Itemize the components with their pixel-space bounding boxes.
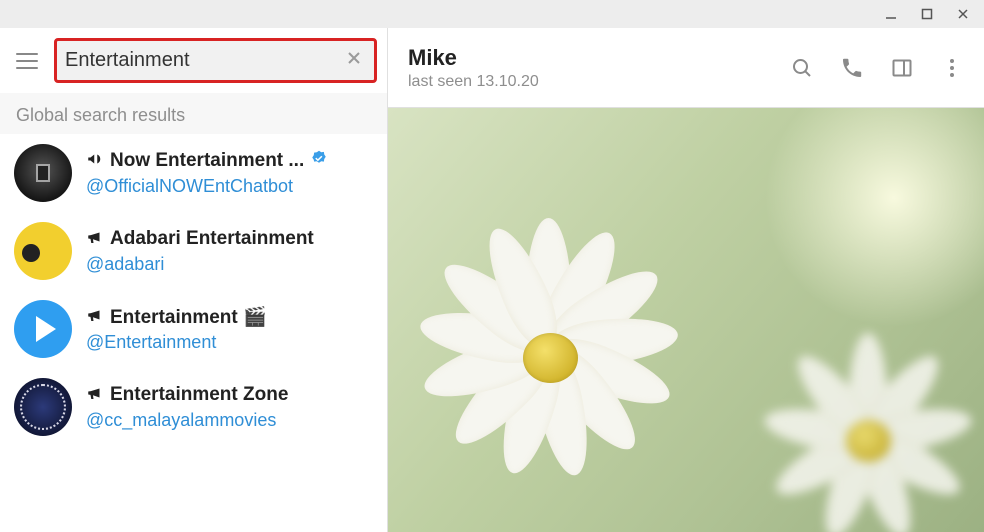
- verified-icon: [310, 150, 328, 173]
- result-title: Now Entertainment ...: [110, 150, 304, 172]
- chat-pane: Mike last seen 13.10.20: [388, 28, 984, 532]
- result-body: Entertainment Zone @cc_malayalammovies: [86, 384, 373, 431]
- megaphone-icon: [86, 306, 104, 329]
- avatar: [14, 378, 72, 436]
- avatar: [14, 222, 72, 280]
- side-panel-button[interactable]: [890, 56, 914, 80]
- search-section-label: Global search results: [0, 93, 387, 134]
- megaphone-icon: [86, 384, 104, 407]
- app-body: Global search results Now Entertainment …: [0, 28, 984, 532]
- search-input[interactable]: [63, 45, 340, 76]
- avatar: [14, 144, 72, 202]
- result-title: Entertainment Zone: [110, 384, 288, 406]
- chat-header: Mike last seen 13.10.20: [388, 28, 984, 108]
- chat-subtitle: last seen 13.10.20: [408, 73, 778, 91]
- result-title: Entertainment 🎬: [110, 305, 267, 329]
- sidebar: Global search results Now Entertainment …: [0, 28, 388, 532]
- background-flower: [764, 338, 974, 532]
- search-field-highlight: [54, 38, 377, 83]
- window-close-button[interactable]: [948, 3, 978, 25]
- chat-search-button[interactable]: [790, 56, 814, 80]
- chat-title: Mike: [408, 45, 778, 71]
- chat-actions: [790, 56, 964, 80]
- channel-icon: [86, 150, 104, 173]
- search-result-item[interactable]: Now Entertainment ... @OfficialNOWEntCha…: [0, 134, 387, 212]
- search-result-item[interactable]: Entertainment Zone @cc_malayalammovies: [0, 368, 387, 446]
- chat-title-block[interactable]: Mike last seen 13.10.20: [408, 45, 778, 91]
- avatar: [14, 300, 72, 358]
- search-result-item[interactable]: Entertainment 🎬 @Entertainment: [0, 290, 387, 368]
- megaphone-icon: [86, 228, 104, 251]
- search-results-list: Now Entertainment ... @OfficialNOWEntCha…: [0, 134, 387, 532]
- result-body: Entertainment 🎬 @Entertainment: [86, 305, 373, 353]
- result-handle: @OfficialNOWEntChatbot: [86, 176, 373, 197]
- app-window: Global search results Now Entertainment …: [0, 0, 984, 532]
- call-button[interactable]: [840, 56, 864, 80]
- more-menu-button[interactable]: [940, 56, 964, 80]
- sidebar-top: [0, 28, 387, 93]
- menu-button[interactable]: [10, 44, 44, 78]
- background-flower: [418, 228, 678, 488]
- result-handle: @cc_malayalammovies: [86, 410, 373, 431]
- result-handle: @Entertainment: [86, 332, 373, 353]
- result-handle: @adabari: [86, 254, 373, 275]
- window-maximize-button[interactable]: [912, 3, 942, 25]
- search-result-item[interactable]: Adabari Entertainment @adabari: [0, 212, 387, 290]
- chat-background: [388, 108, 984, 532]
- clear-search-button[interactable]: [340, 49, 368, 72]
- titlebar: [0, 0, 984, 28]
- window-minimize-button[interactable]: [876, 3, 906, 25]
- result-body: Now Entertainment ... @OfficialNOWEntCha…: [86, 150, 373, 197]
- result-title: Adabari Entertainment: [110, 228, 314, 250]
- result-body: Adabari Entertainment @adabari: [86, 228, 373, 275]
